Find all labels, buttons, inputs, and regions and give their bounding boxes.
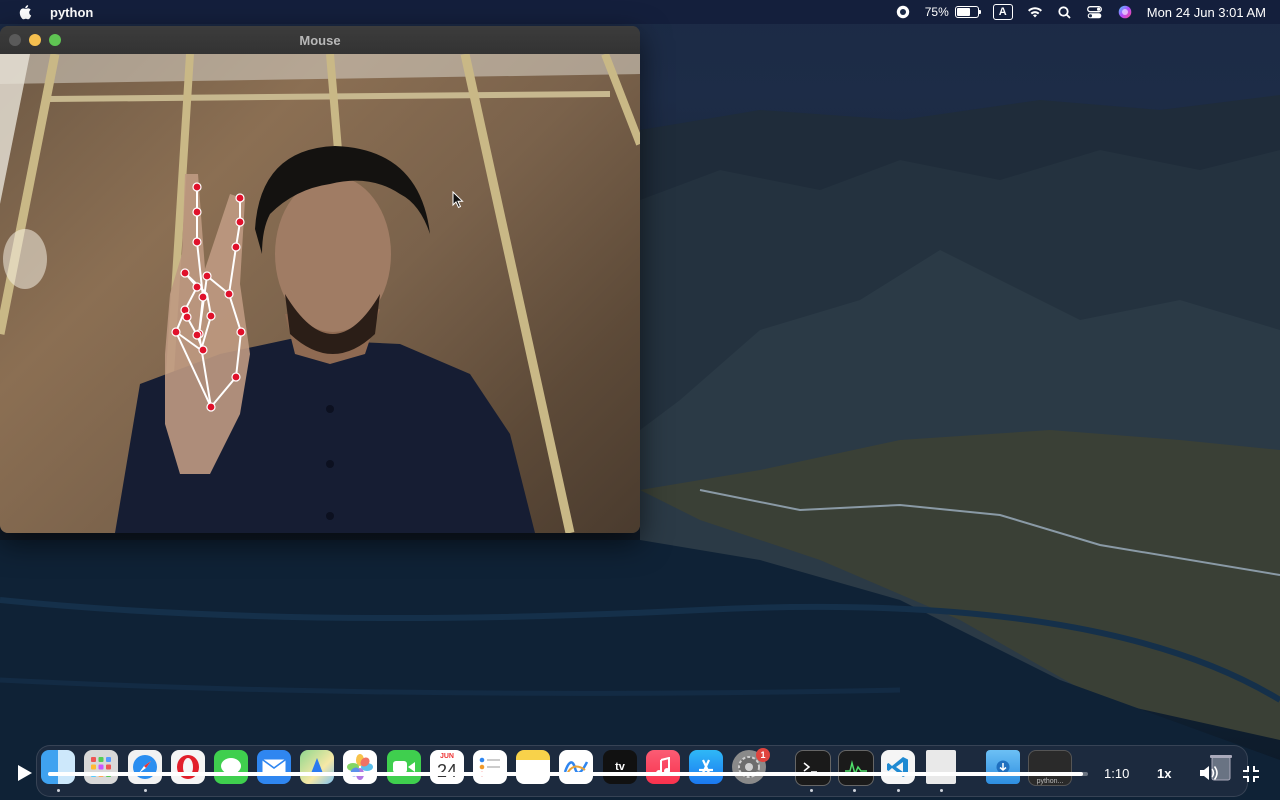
siri-icon[interactable] <box>1117 5 1133 19</box>
document-icon[interactable] <box>926 750 956 784</box>
menubar-clock[interactable]: Mon 24 Jun 3:01 AM <box>1147 5 1266 20</box>
playback-progress-bar[interactable] <box>48 772 1088 776</box>
music-icon[interactable] <box>646 750 680 784</box>
mouse-window: Mouse <box>0 26 640 533</box>
wifi-icon[interactable] <box>1027 5 1043 19</box>
app-menu-name[interactable]: python <box>50 5 93 20</box>
running-indicator <box>853 789 856 792</box>
app-store-icon[interactable] <box>689 750 723 784</box>
playback-speed-button[interactable]: 1x <box>1157 766 1171 781</box>
notes-icon[interactable] <box>516 750 550 784</box>
search-icon[interactable] <box>1057 5 1073 19</box>
playback-time: 1:10 <box>1104 766 1130 781</box>
finder-icon[interactable] <box>41 750 75 784</box>
battery-fill <box>956 8 971 16</box>
activity-monitor-icon[interactable] <box>838 750 874 786</box>
input-source-icon[interactable]: A <box>992 4 1013 20</box>
play-button[interactable] <box>14 763 34 783</box>
reminders-icon[interactable] <box>473 750 507 784</box>
running-indicator <box>940 789 943 792</box>
window-titlebar[interactable]: Mouse <box>0 26 640 54</box>
apple-tv-icon[interactable]: tv <box>603 750 637 784</box>
camera-scene <box>0 52 640 533</box>
apple-menu-icon[interactable] <box>18 4 32 20</box>
vscode-icon[interactable] <box>881 750 915 784</box>
terminal-icon[interactable] <box>795 750 831 786</box>
window-title: Mouse <box>299 32 341 48</box>
camera-feed <box>0 52 640 533</box>
settings-badge: 1 <box>756 748 770 762</box>
running-indicator <box>810 789 813 792</box>
opera-icon[interactable] <box>171 750 205 784</box>
facetime-icon[interactable] <box>387 750 421 784</box>
downloads-folder-icon[interactable] <box>986 750 1020 784</box>
calendar-icon[interactable]: JUN 24 <box>430 750 464 784</box>
record-icon[interactable] <box>895 5 911 19</box>
battery-status[interactable]: 75% <box>924 5 981 19</box>
minimize-button[interactable] <box>29 34 41 46</box>
battery-percent: 75% <box>924 5 949 19</box>
playback-progress-fill <box>48 772 1083 776</box>
menu-bar: python 75% A Mon 24 Jun 3:01 AM <box>0 0 1280 24</box>
safari-icon[interactable] <box>128 750 162 784</box>
mail-icon[interactable] <box>257 750 291 784</box>
volume-icon[interactable] <box>1198 763 1220 783</box>
zoom-button[interactable] <box>49 34 61 46</box>
calendar-day: 24 <box>436 761 458 781</box>
messages-icon[interactable] <box>214 750 248 784</box>
calendar-month: JUN <box>439 753 454 760</box>
mouse-cursor-icon <box>452 191 464 209</box>
running-indicator <box>897 789 900 792</box>
freeform-icon[interactable] <box>559 750 593 784</box>
exit-fullscreen-icon[interactable] <box>1242 765 1260 783</box>
photos-icon[interactable] <box>343 750 377 784</box>
launchpad-icon[interactable] <box>84 750 118 784</box>
close-button[interactable] <box>9 34 21 46</box>
battery-icon <box>954 6 981 18</box>
minimized-window-thumb[interactable]: python... <box>1028 750 1072 786</box>
control-center-icon[interactable] <box>1087 5 1103 19</box>
window-thumb-label: python... <box>1036 778 1064 785</box>
maps-icon[interactable] <box>300 750 334 784</box>
running-indicator <box>57 789 60 792</box>
running-indicator <box>144 789 147 792</box>
